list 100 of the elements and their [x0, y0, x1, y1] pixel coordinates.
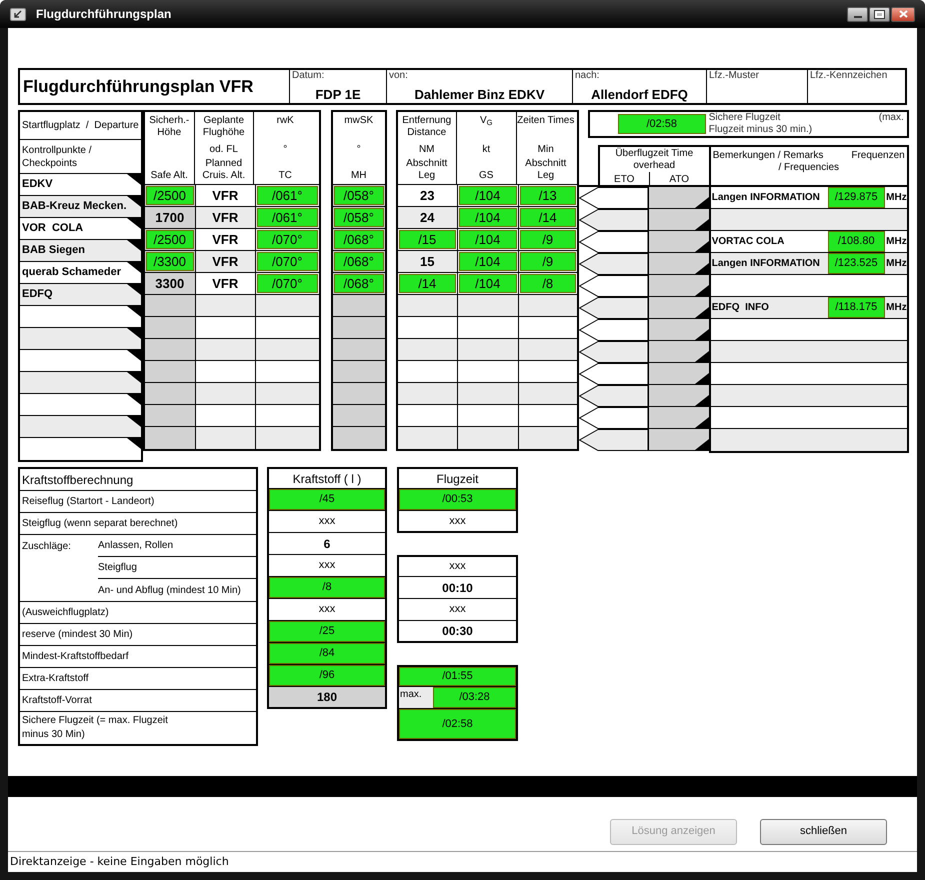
input-field[interactable]: /25 — [269, 621, 385, 642]
ato-field[interactable] — [648, 187, 709, 209]
eto-field[interactable] — [578, 209, 648, 231]
column-heading: ATO — [668, 173, 690, 187]
input-field[interactable]: /2500 — [146, 186, 194, 205]
input-field[interactable]: /058° — [334, 208, 384, 227]
input-field[interactable]: /061° — [256, 208, 318, 227]
ato-field[interactable] — [648, 385, 709, 407]
column-heading: MH — [350, 170, 367, 182]
remark-text: EDFQ INFO — [710, 301, 770, 315]
column-unit: NM — [418, 144, 435, 156]
input-field[interactable]: /070° — [256, 274, 318, 293]
input-field[interactable]: /070° — [256, 230, 318, 249]
input-field[interactable]: /13 — [520, 186, 576, 205]
input-field[interactable]: /02:58 — [399, 709, 516, 739]
maximize-button[interactable] — [869, 6, 890, 22]
eto-field[interactable] — [578, 275, 648, 297]
input-field[interactable]: /14 — [520, 208, 576, 227]
row-label: Steigflug — [98, 561, 137, 575]
input-field[interactable]: /068° — [334, 230, 384, 249]
table-cell: 15 — [398, 251, 457, 272]
column-heading: Abschnitt Leg — [405, 158, 448, 182]
input-field[interactable]: /104 — [458, 208, 517, 227]
minimize-button[interactable] — [847, 6, 868, 22]
ato-field[interactable] — [648, 231, 709, 253]
input-field[interactable]: /068° — [334, 252, 384, 271]
input-field[interactable]: /00:53 — [399, 489, 516, 510]
input-field[interactable]: /104 — [458, 252, 517, 271]
eto-field[interactable] — [578, 187, 648, 209]
input-field[interactable]: /03:28 — [433, 687, 516, 708]
unit-label: MHz — [885, 235, 907, 249]
ato-field[interactable] — [648, 297, 709, 319]
input-field[interactable]: /058° — [334, 186, 384, 205]
close-button[interactable] — [891, 6, 915, 22]
eto-field[interactable] — [578, 407, 648, 429]
ato-field[interactable] — [648, 363, 709, 385]
input-field[interactable]: /02:58 — [618, 114, 706, 134]
checkpoint-name: EDKV — [22, 177, 53, 192]
window-title: Flugdurchführungsplan — [36, 6, 172, 23]
field-value: FDP 1E — [314, 86, 362, 104]
column-unit: od. FL — [210, 144, 238, 156]
ato-field[interactable] — [648, 341, 709, 363]
table-cell: 3300 — [144, 273, 195, 294]
table-cell: 1700 — [144, 207, 195, 228]
input-field[interactable]: /061° — [256, 186, 318, 205]
input-field[interactable]: /104 — [458, 274, 517, 293]
ato-field[interactable] — [648, 253, 709, 275]
remark-text: VORTAC COLA — [710, 235, 786, 249]
eto-field[interactable] — [578, 231, 648, 253]
column-heading: rwK — [276, 115, 294, 128]
ato-field[interactable] — [648, 319, 709, 341]
eto-field[interactable] — [578, 319, 648, 341]
note-text: Flugzeit minus 30 min.) — [708, 124, 814, 136]
row-label: Anlassen, Rollen — [98, 539, 174, 553]
field-label: Lfz.-Kennzeichen — [810, 70, 888, 82]
eto-field[interactable] — [578, 385, 648, 407]
input-field[interactable]: /104 — [458, 186, 517, 205]
input-field[interactable]: /108.80 — [828, 231, 885, 252]
column-heading: mwSK — [344, 115, 374, 128]
input-field[interactable]: /15 — [398, 230, 456, 249]
eto-field[interactable] — [578, 253, 648, 275]
input-field[interactable]: /8 — [520, 274, 576, 293]
eto-field[interactable] — [578, 429, 648, 451]
input-field[interactable]: /129.875 — [828, 187, 885, 208]
input-field[interactable]: /9 — [520, 230, 576, 249]
table-cell: 180 — [269, 687, 385, 707]
input-field[interactable]: /8 — [269, 577, 385, 598]
input-field[interactable]: /2500 — [146, 230, 194, 249]
row-label: Reiseflug (Startort - Landeort) — [22, 495, 154, 509]
column-heading: Safe Alt. — [150, 170, 188, 182]
field-label: von: — [389, 70, 409, 82]
input-field[interactable]: /96 — [269, 665, 385, 686]
input-field[interactable]: /9 — [520, 252, 576, 271]
input-field[interactable]: /104 — [458, 230, 517, 249]
input-field[interactable]: /3300 — [146, 252, 194, 271]
eto-field[interactable] — [578, 341, 648, 363]
ato-field[interactable] — [648, 429, 709, 451]
input-field[interactable]: /070° — [256, 252, 318, 271]
input-field[interactable]: /01:55 — [399, 667, 516, 686]
column-heading: Bemerkungen / Remarks — [712, 150, 824, 162]
input-field[interactable]: /45 — [269, 489, 385, 510]
ato-field[interactable] — [648, 407, 709, 429]
column-unit: ° — [356, 144, 361, 156]
ato-field[interactable] — [648, 275, 709, 297]
input-field[interactable]: /068° — [334, 274, 384, 293]
close-dialog-button[interactable]: schließen — [760, 818, 887, 844]
input-field[interactable]: /123.525 — [828, 253, 885, 274]
input-field[interactable]: /118.175 — [828, 297, 885, 318]
column-heading: Geplante Flughöhe — [202, 115, 246, 140]
column-unit: ° — [283, 144, 288, 156]
checkpoint-name: BAB Siegen — [22, 243, 85, 258]
section-title: Kraftstoffberechnung — [22, 472, 134, 488]
input-field[interactable]: /14 — [398, 274, 456, 293]
column-heading: Überflugzeit Time overhead — [614, 147, 694, 172]
input-field[interactable]: /84 — [269, 643, 385, 664]
eto-field[interactable] — [578, 363, 648, 385]
ato-field[interactable] — [648, 209, 709, 231]
table-cell: 24 — [398, 207, 457, 228]
status-bar: Direktanzeige - keine Eingaben möglich — [8, 852, 917, 872]
eto-field[interactable] — [578, 297, 648, 319]
